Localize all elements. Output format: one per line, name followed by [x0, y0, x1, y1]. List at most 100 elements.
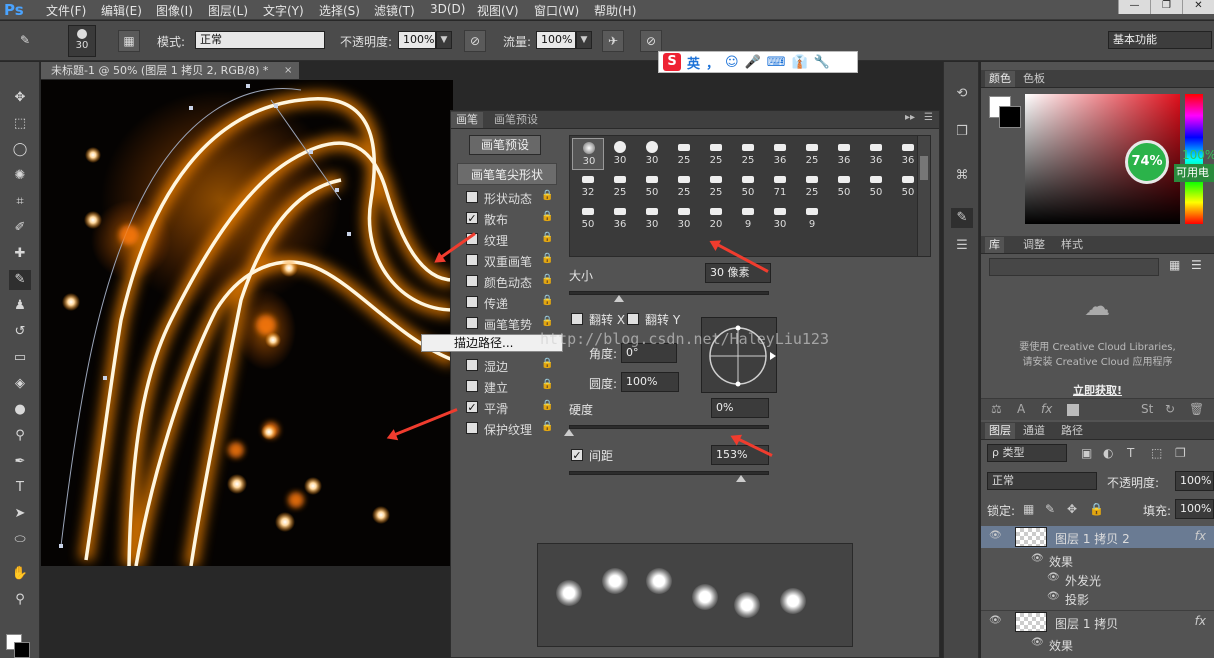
- lock-icon[interactable]: 🔒: [541, 421, 553, 432]
- checkbox-checked[interactable]: ✓: [466, 212, 478, 224]
- stock-icon[interactable]: St: [1141, 402, 1153, 416]
- checkbox[interactable]: [466, 422, 478, 434]
- zoom-tool-icon[interactable]: ⚲: [9, 590, 31, 610]
- lock-icon[interactable]: 🔒: [541, 232, 553, 243]
- tab-libraries[interactable]: 库: [985, 237, 1004, 253]
- workspace-select[interactable]: 基本功能: [1108, 31, 1212, 49]
- document-tab-close-icon[interactable]: ×: [284, 62, 296, 79]
- menu-image[interactable]: 图像(I): [156, 2, 193, 19]
- effects-row[interactable]: 👁 效果: [981, 633, 1214, 655]
- path-panel-icon[interactable]: ⌘: [951, 166, 973, 186]
- restore-button[interactable]: ❐: [1150, 0, 1182, 14]
- 3d-panel-icon[interactable]: ❒: [951, 122, 973, 142]
- brush-tip-cell[interactable]: 25: [700, 138, 732, 170]
- option-dual-brush[interactable]: 双重画笔 🔒: [457, 250, 557, 271]
- ime-punct-toggle[interactable]: ，: [706, 53, 719, 72]
- option-shape-dynamics[interactable]: 形状动态 🔒: [457, 187, 557, 208]
- flip-y-checkbox[interactable]: [627, 313, 639, 325]
- lock-icon[interactable]: 🔒: [541, 274, 553, 285]
- size-slider[interactable]: [569, 291, 769, 295]
- visibility-eye-icon[interactable]: 👁: [989, 615, 1002, 626]
- brush-presets-panel-icon[interactable]: ☰: [951, 236, 973, 256]
- ime-emoji-icon[interactable]: ☺: [725, 55, 739, 70]
- lock-icon[interactable]: 🔒: [541, 358, 553, 369]
- option-build-up[interactable]: 建立 🔒: [457, 376, 557, 397]
- menu-3d[interactable]: 3D(D): [430, 2, 465, 16]
- lock-icon[interactable]: 🔒: [541, 295, 553, 306]
- brush-tip-cell[interactable]: 30: [604, 138, 636, 170]
- menu-layer[interactable]: 图层(L): [208, 2, 248, 19]
- brush-tip-cell[interactable]: 50: [892, 170, 918, 202]
- brush-preset-picker[interactable]: 30: [68, 25, 96, 57]
- checkbox[interactable]: [466, 296, 478, 308]
- effect-row[interactable]: 👁 投影: [981, 587, 1214, 609]
- artwork-canvas[interactable]: [41, 80, 453, 566]
- grid-view-icon[interactable]: ▦: [1169, 258, 1180, 272]
- opacity-dropdown-icon[interactable]: ▼: [436, 31, 452, 49]
- crop-tool-icon[interactable]: ⌗: [9, 192, 31, 212]
- hardness-slider-thumb[interactable]: [564, 429, 574, 436]
- brush-tip-cell[interactable]: 36: [764, 138, 796, 170]
- healing-brush-tool-icon[interactable]: ✚: [9, 244, 31, 264]
- lock-icon[interactable]: 🔒: [541, 190, 553, 201]
- hardness-field[interactable]: 0%: [711, 398, 769, 418]
- menu-select[interactable]: 选择(S): [319, 2, 360, 19]
- menu-window[interactable]: 窗口(W): [534, 2, 579, 19]
- tab-brush-presets[interactable]: 画笔预设: [489, 112, 543, 128]
- tab-color[interactable]: 颜色: [985, 71, 1015, 87]
- fx-icon[interactable]: fx: [1195, 614, 1206, 628]
- flip-x-checkbox[interactable]: [571, 313, 583, 325]
- brush-tip-cell[interactable]: 30: [636, 202, 668, 234]
- brush-tip-grid[interactable]: 30 30 30 25 25 25 36 25 36 36 36 32 25 50 25 25 50 71 25 50…: [569, 135, 919, 257]
- lock-all-icon[interactable]: 🔒: [1089, 502, 1104, 516]
- filter-smart-icon[interactable]: ❐: [1175, 446, 1186, 460]
- checkbox[interactable]: [466, 275, 478, 287]
- roundness-field[interactable]: 100%: [621, 372, 679, 392]
- brush-tip-cell[interactable]: 30: [764, 202, 796, 234]
- checkbox[interactable]: [466, 191, 478, 203]
- lasso-tool-icon[interactable]: ◯: [9, 140, 31, 160]
- tab-layers[interactable]: 图层: [985, 423, 1015, 439]
- spacing-slider-thumb[interactable]: [736, 475, 746, 482]
- add-style-icon[interactable]: fx: [1041, 402, 1052, 416]
- brush-tip-cell[interactable]: 9: [732, 202, 764, 234]
- lock-icon[interactable]: 🔒: [541, 211, 553, 222]
- tip-grid-scrollbar[interactable]: [917, 135, 931, 257]
- brush-tool-icon[interactable]: ✎: [14, 30, 36, 52]
- brush-tip-cell[interactable]: 9: [796, 202, 828, 234]
- lock-image-icon[interactable]: ✎: [1045, 502, 1055, 516]
- brush-tip-cell[interactable]: 50: [828, 170, 860, 202]
- option-color-dynamics[interactable]: 颜色动态 🔒: [457, 271, 557, 292]
- menu-filter[interactable]: 滤镜(T): [374, 2, 415, 19]
- menu-help[interactable]: 帮助(H): [594, 2, 636, 19]
- add-graphic-icon[interactable]: ⚖: [991, 402, 1002, 416]
- pressure-size-icon[interactable]: ⊘: [640, 30, 662, 52]
- add-color-icon[interactable]: [1067, 404, 1079, 416]
- visibility-eye-icon[interactable]: 👁: [1031, 553, 1044, 564]
- ime-voice-icon[interactable]: 🎤: [745, 55, 761, 70]
- menu-file[interactable]: 文件(F): [46, 2, 86, 19]
- path-select-tool-icon[interactable]: ➤: [9, 504, 31, 524]
- pressure-opacity-icon[interactable]: ⊘: [464, 30, 486, 52]
- panel-menu-icon[interactable]: ☰: [924, 112, 933, 123]
- spacing-checkbox[interactable]: ✓: [571, 449, 583, 461]
- flow-field[interactable]: 100%: [536, 31, 576, 49]
- airbrush-icon[interactable]: ✈: [602, 30, 624, 52]
- layer-filter-select[interactable]: ρ 类型: [987, 444, 1067, 462]
- angle-roundness-dial[interactable]: [701, 317, 777, 393]
- lock-icon[interactable]: 🔒: [541, 253, 553, 264]
- option-smoothing[interactable]: ✓ 平滑 🔒: [457, 397, 557, 418]
- menu-type[interactable]: 文字(Y): [263, 2, 304, 19]
- option-transfer[interactable]: 传递 🔒: [457, 292, 557, 313]
- ime-keyboard-icon[interactable]: ⌨: [767, 55, 786, 70]
- brush-tip-cell[interactable]: 50: [636, 170, 668, 202]
- brush-tip-cell[interactable]: 36: [828, 138, 860, 170]
- paint-bucket-tool-icon[interactable]: ◈: [9, 374, 31, 394]
- brush-tip-cell[interactable]: 36: [892, 138, 918, 170]
- move-tool-icon[interactable]: ✥: [9, 88, 31, 108]
- ime-skin-icon[interactable]: 👔: [792, 55, 808, 70]
- menu-view[interactable]: 视图(V): [477, 2, 519, 19]
- layer-row[interactable]: 👁 图层 1 拷贝 fx: [981, 610, 1214, 632]
- size-slider-thumb[interactable]: [614, 295, 624, 302]
- brush-tip-cell[interactable]: 36: [604, 202, 636, 234]
